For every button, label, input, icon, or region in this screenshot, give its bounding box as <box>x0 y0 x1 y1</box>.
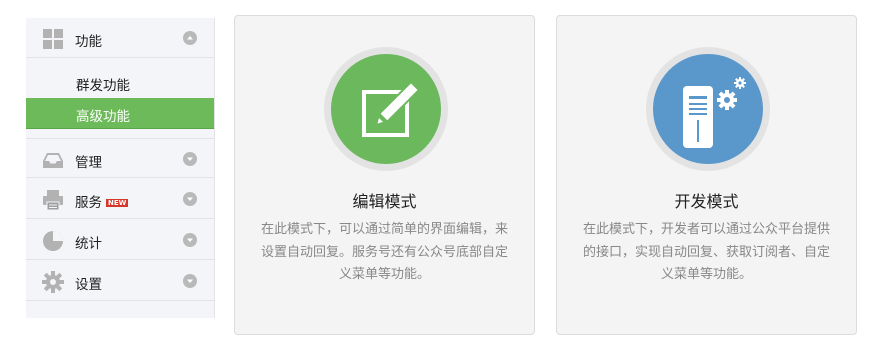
edit-mode-icon-ring <box>324 47 448 171</box>
gear-icon <box>42 271 64 293</box>
submenu-label-broadcast: 群发功能 <box>76 78 130 94</box>
chevron-up-icon[interactable] <box>183 31 197 45</box>
new-badge: NEW <box>106 199 129 207</box>
menu-item-statistics[interactable]: 统计 <box>26 220 214 260</box>
chevron-down-icon[interactable] <box>183 192 197 206</box>
developer-mode-icon-ring <box>646 47 770 171</box>
menu-label-service-text: 服务 <box>75 195 102 211</box>
features-submenu: 群发功能 高级功能 <box>26 59 214 136</box>
grid-icon <box>42 28 64 50</box>
edit-mode-card[interactable]: 编辑模式 在此模式下，可以通过简单的界面编辑，来设置自动回复。服务号还有公众号底… <box>234 15 535 335</box>
server-gear-icon <box>653 54 763 164</box>
menu-label-statistics: 统计 <box>75 236 102 252</box>
chevron-down-icon[interactable] <box>183 274 197 288</box>
chevron-down-icon[interactable] <box>183 233 197 247</box>
menu-item-features[interactable]: 功能 <box>26 18 214 58</box>
inbox-icon <box>42 149 64 171</box>
menu-item-settings[interactable]: 设置 <box>26 261 214 301</box>
submenu-item-broadcast[interactable]: 群发功能 <box>26 67 214 98</box>
menu-label-service: 服务 NEW <box>75 191 129 211</box>
menu-label-settings: 设置 <box>75 277 102 293</box>
edit-mode-description: 在此模式下，可以通过简单的界面编辑，来设置自动回复。服务号还有公众号底部自定义菜… <box>260 222 508 282</box>
menu-label-manage: 管理 <box>75 155 102 171</box>
menu-label-features: 功能 <box>75 34 102 50</box>
menu-item-manage[interactable]: 管理 <box>26 138 214 178</box>
menu-item-service[interactable]: 服务 NEW <box>26 179 214 219</box>
submenu-item-advanced[interactable]: 高级功能 <box>26 98 214 129</box>
edit-icon <box>331 54 441 164</box>
chevron-down-icon[interactable] <box>183 152 197 166</box>
sidebar-nav: 功能 群发功能 高级功能 管理 服务 NEW 统计 设置 <box>26 18 215 318</box>
pie-chart-icon <box>42 230 64 252</box>
developer-mode-title: 开发模式 <box>674 192 739 211</box>
developer-mode-description: 在此模式下，开发者可以通过公众平台提供的接口，实现自动回复、获取订阅者、自定义菜… <box>582 222 830 282</box>
submenu-label-advanced: 高级功能 <box>76 109 130 125</box>
printer-icon <box>42 189 64 211</box>
developer-mode-card[interactable]: 开发模式 在此模式下，开发者可以通过公众平台提供的接口，实现自动回复、获取订阅者… <box>556 15 857 335</box>
edit-mode-title: 编辑模式 <box>352 192 417 211</box>
